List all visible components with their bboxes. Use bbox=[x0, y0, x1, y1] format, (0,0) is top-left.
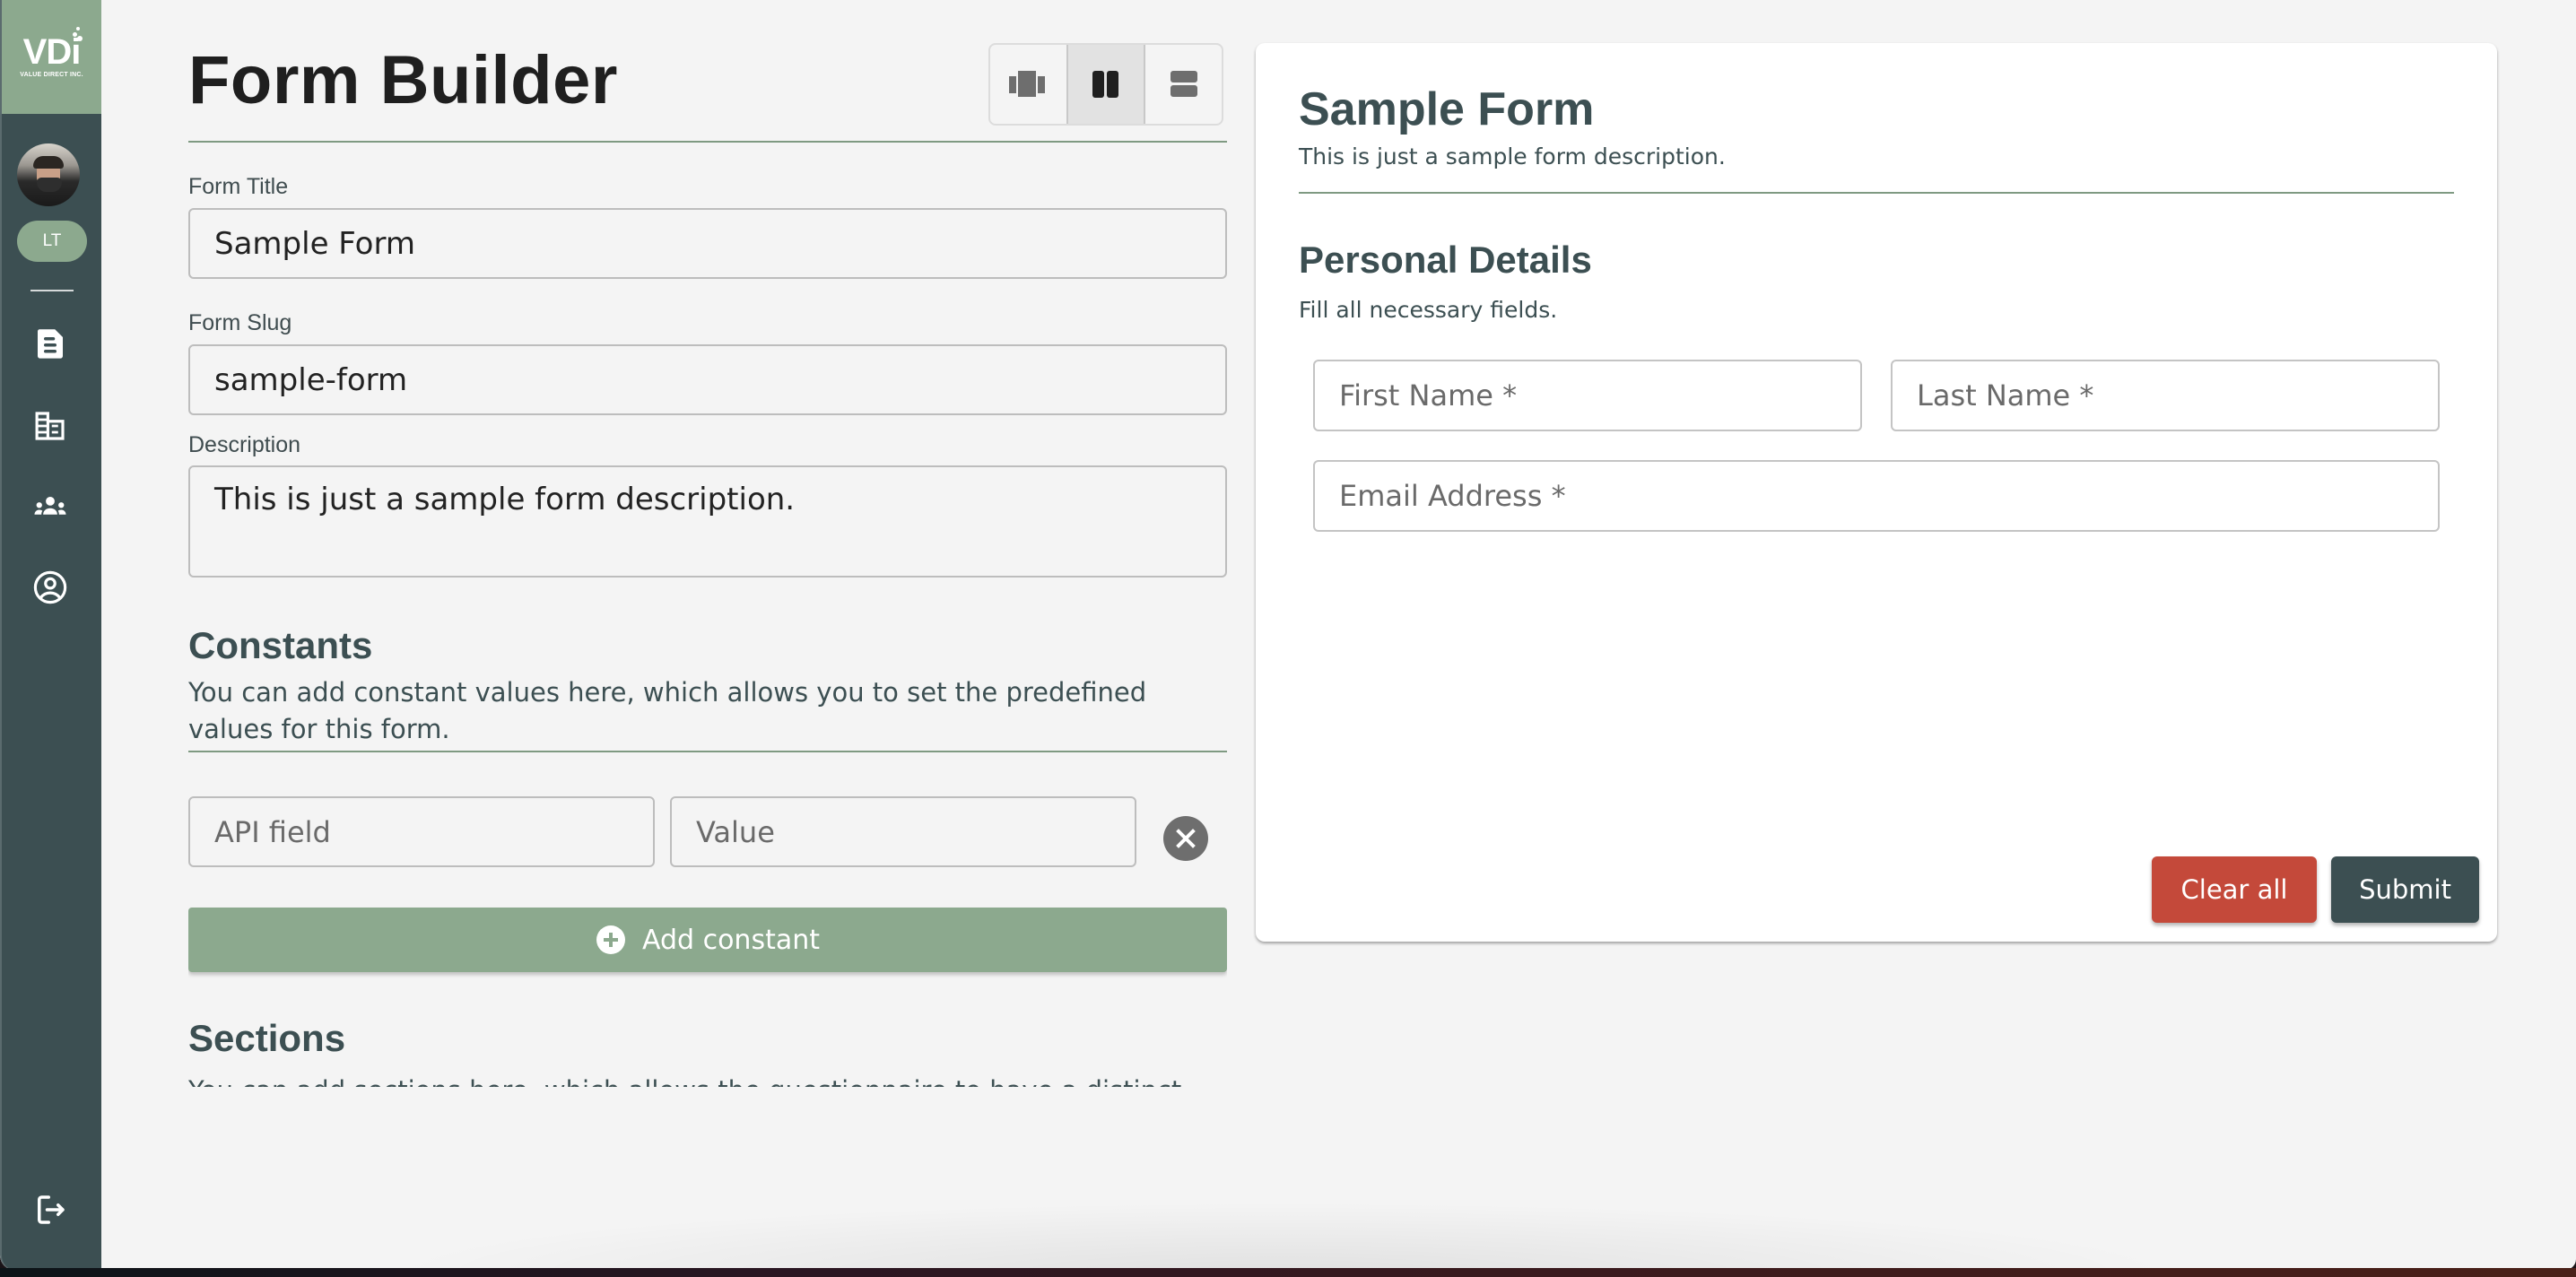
value-placeholder: Value bbox=[696, 814, 775, 849]
avatar-hair bbox=[33, 156, 64, 169]
constants-divider bbox=[188, 751, 1227, 752]
app-window: VDi VALUE DIRECT INC. LT Form Builder Fo… bbox=[0, 0, 2576, 1270]
view-mode-carousel[interactable] bbox=[990, 45, 1066, 124]
preview-form-description: This is just a sample form description. bbox=[1299, 143, 1726, 169]
logout-icon bbox=[38, 1195, 65, 1224]
logo-mark: VDi bbox=[23, 27, 83, 70]
constant-api-field-input[interactable]: API field bbox=[188, 796, 655, 867]
logout-button[interactable] bbox=[30, 1189, 71, 1230]
email-address-input[interactable]: Email Address * bbox=[1313, 460, 2440, 532]
description-label: Description bbox=[188, 432, 301, 457]
description-textarea[interactable]: This is just a sample form description. bbox=[188, 465, 1227, 578]
last-name-placeholder: Last Name * bbox=[1917, 378, 2094, 413]
form-slug-input[interactable]: sample-form bbox=[188, 344, 1227, 415]
desktop-background-strip bbox=[0, 1268, 2576, 1277]
title-divider bbox=[188, 141, 1227, 143]
logo-dots bbox=[71, 27, 83, 41]
preview-section-description: Fill all necessary fields. bbox=[1299, 297, 1558, 323]
page-title: Form Builder bbox=[188, 42, 618, 118]
user-initials-badge[interactable]: LT bbox=[17, 221, 87, 262]
logo[interactable]: VDi VALUE DIRECT INC. bbox=[2, 0, 101, 114]
view-mode-split-columns[interactable] bbox=[1066, 45, 1146, 124]
account-circle-icon bbox=[33, 570, 67, 604]
preview-divider bbox=[1299, 192, 2454, 194]
form-slug-value: sample-form bbox=[214, 361, 408, 398]
preview-section-title: Personal Details bbox=[1299, 239, 1592, 281]
sections-description: You can add sections here, which allows … bbox=[188, 1075, 1181, 1087]
remove-constant-button[interactable] bbox=[1163, 816, 1208, 861]
sidebar-item-forms[interactable] bbox=[30, 323, 71, 364]
sidebar-item-companies[interactable] bbox=[30, 405, 71, 447]
avatar-mask bbox=[37, 178, 62, 192]
constants-heading: Constants bbox=[188, 624, 373, 666]
form-title-input[interactable]: Sample Form bbox=[188, 208, 1227, 279]
email-placeholder: Email Address * bbox=[1339, 479, 1566, 513]
last-name-input[interactable]: Last Name * bbox=[1891, 360, 2440, 431]
add-circle-icon bbox=[596, 925, 625, 954]
logo-dot bbox=[77, 36, 83, 41]
sections-heading: Sections bbox=[188, 1017, 346, 1059]
preview-form-title: Sample Form bbox=[1299, 83, 1595, 135]
form-slug-label: Form Slug bbox=[188, 310, 292, 335]
first-name-placeholder: First Name * bbox=[1339, 378, 1518, 413]
form-title-label: Form Title bbox=[188, 174, 289, 199]
api-field-placeholder: API field bbox=[214, 814, 331, 849]
sidebar-item-profile[interactable] bbox=[30, 567, 71, 608]
document-icon bbox=[37, 329, 63, 359]
add-constant-label: Add constant bbox=[641, 924, 821, 956]
sidebar: VDi VALUE DIRECT INC. LT bbox=[0, 0, 101, 1270]
form-editor: Form Builder Form Title Sample Form Form… bbox=[188, 0, 1227, 1103]
bottom-shadow bbox=[377, 1202, 2189, 1270]
groups-icon bbox=[34, 496, 66, 515]
constants-description: You can add constant values here, which … bbox=[188, 677, 1147, 744]
sections-description-clipped: You can add sections here, which allows … bbox=[188, 1073, 1227, 1087]
logo-subtitle: VALUE DIRECT INC. bbox=[20, 72, 83, 78]
split-rows-icon bbox=[1170, 71, 1197, 97]
carousel-view-icon bbox=[1009, 71, 1046, 97]
view-mode-toggle bbox=[988, 43, 1223, 126]
constant-value-input[interactable]: Value bbox=[670, 796, 1136, 867]
first-name-input[interactable]: First Name * bbox=[1313, 360, 1862, 431]
form-title-value: Sample Form bbox=[214, 225, 415, 262]
avatar[interactable] bbox=[17, 143, 80, 206]
logo-dot bbox=[76, 27, 81, 30]
sidebar-divider bbox=[30, 290, 74, 291]
description-value: This is just a sample form description. bbox=[214, 482, 796, 517]
sidebar-item-users[interactable] bbox=[30, 486, 71, 527]
form-preview-card: Sample Form This is just a sample form d… bbox=[1256, 43, 2497, 942]
view-mode-split-rows[interactable] bbox=[1145, 45, 1222, 124]
submit-button[interactable]: Submit bbox=[2331, 856, 2479, 923]
split-columns-icon bbox=[1092, 71, 1118, 98]
add-constant-button[interactable]: Add constant bbox=[188, 908, 1227, 972]
clear-all-button[interactable]: Clear all bbox=[2152, 856, 2317, 923]
close-icon bbox=[1176, 829, 1196, 848]
building-icon bbox=[35, 412, 65, 440]
